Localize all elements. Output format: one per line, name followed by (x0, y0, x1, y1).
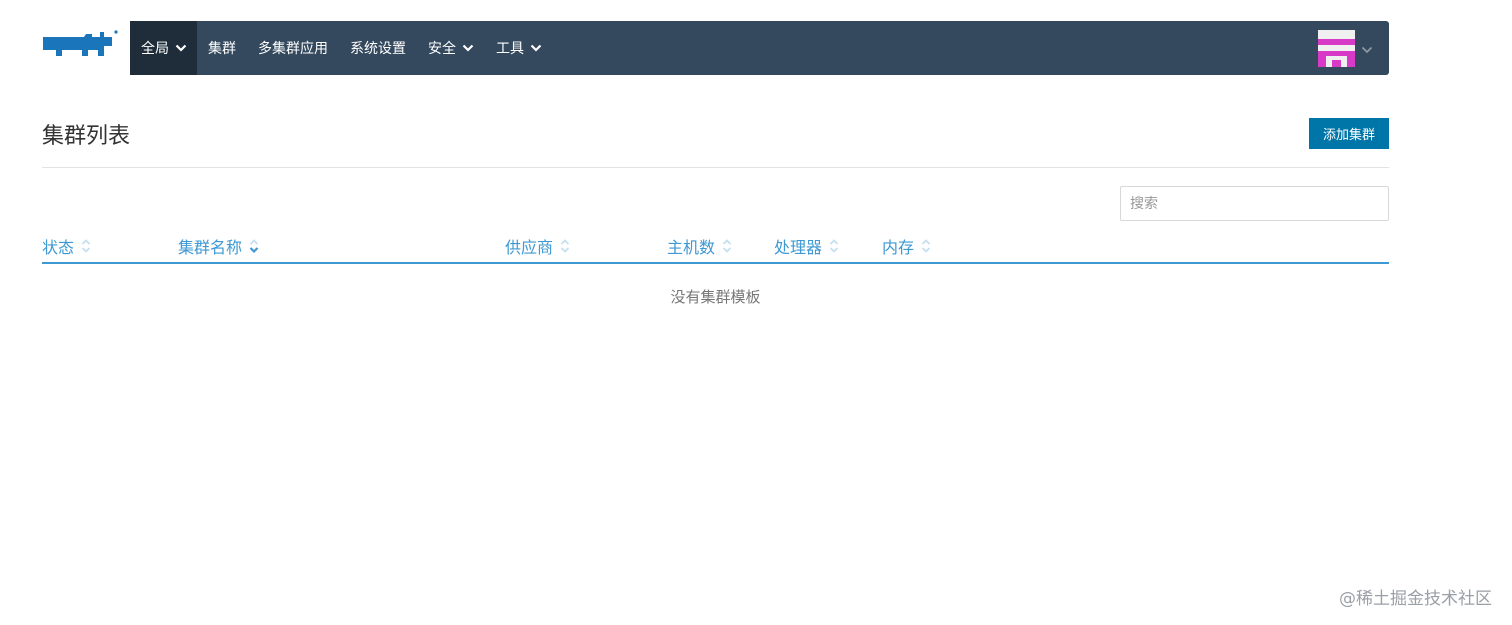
chevron-down-icon (175, 44, 187, 52)
sort-icon (81, 238, 91, 254)
column-header-label: 状态 (42, 238, 75, 257)
page-title: 集群列表 (42, 124, 131, 149)
table-header: 状态 集群名称 供应商 主机数 处理器 内存 (42, 228, 1389, 264)
column-header-label: 处理器 (774, 238, 823, 257)
nav-security-label: 安全 (428, 41, 456, 57)
column-header-nodes[interactable]: 主机数 (667, 234, 732, 258)
column-header-state[interactable]: 状态 (42, 234, 91, 258)
watermark: @稀土掘金技术社区 (1339, 589, 1492, 609)
header-divider (42, 167, 1389, 168)
rancher-logo-icon[interactable] (40, 28, 118, 68)
top-navbar: 全局 集群 多集群应用 系统设置 安全 工具 (130, 21, 1389, 75)
sort-icon (560, 238, 570, 254)
column-header-label: 供应商 (505, 238, 554, 257)
column-header-provider[interactable]: 供应商 (505, 234, 570, 258)
sort-icon (722, 238, 732, 254)
nav-clusters-label: 集群 (208, 41, 236, 57)
chevron-down-icon (1361, 39, 1373, 58)
nav-multi-cluster-apps-label: 多集群应用 (258, 41, 328, 57)
empty-table-message: 没有集群模板 (670, 288, 761, 306)
identicon-avatar-icon (1318, 29, 1355, 67)
nav-global-label: 全局 (141, 41, 169, 57)
column-header-memory[interactable]: 内存 (882, 234, 931, 258)
chevron-down-icon (530, 44, 542, 52)
cluster-list-page: 全局 集群 多集群应用 系统设置 安全 工具 集群列表 添加集群 搜索 状态 集… (0, 0, 1512, 625)
nav-tools[interactable]: 工具 (485, 21, 553, 75)
nav-settings[interactable]: 系统设置 (339, 21, 417, 75)
column-header-cluster-name[interactable]: 集群名称 (178, 234, 259, 258)
nav-global[interactable]: 全局 (130, 21, 197, 75)
nav-security[interactable]: 安全 (417, 21, 485, 75)
nav-clusters[interactable]: 集群 (197, 21, 247, 75)
sort-icon (921, 238, 931, 254)
nav-settings-label: 系统设置 (350, 41, 406, 57)
sort-icon (829, 238, 839, 254)
add-cluster-button[interactable]: 添加集群 (1309, 118, 1389, 149)
sort-descending-icon (249, 238, 259, 254)
column-header-cpu[interactable]: 处理器 (774, 234, 839, 258)
nav-multi-cluster-apps[interactable]: 多集群应用 (247, 21, 339, 75)
column-header-label: 内存 (882, 238, 915, 257)
column-header-label: 主机数 (667, 238, 716, 257)
search-input[interactable] (1120, 186, 1389, 221)
column-header-label: 集群名称 (178, 238, 243, 257)
nav-tools-label: 工具 (496, 41, 524, 57)
user-menu[interactable] (1318, 21, 1389, 75)
chevron-down-icon (462, 44, 474, 52)
